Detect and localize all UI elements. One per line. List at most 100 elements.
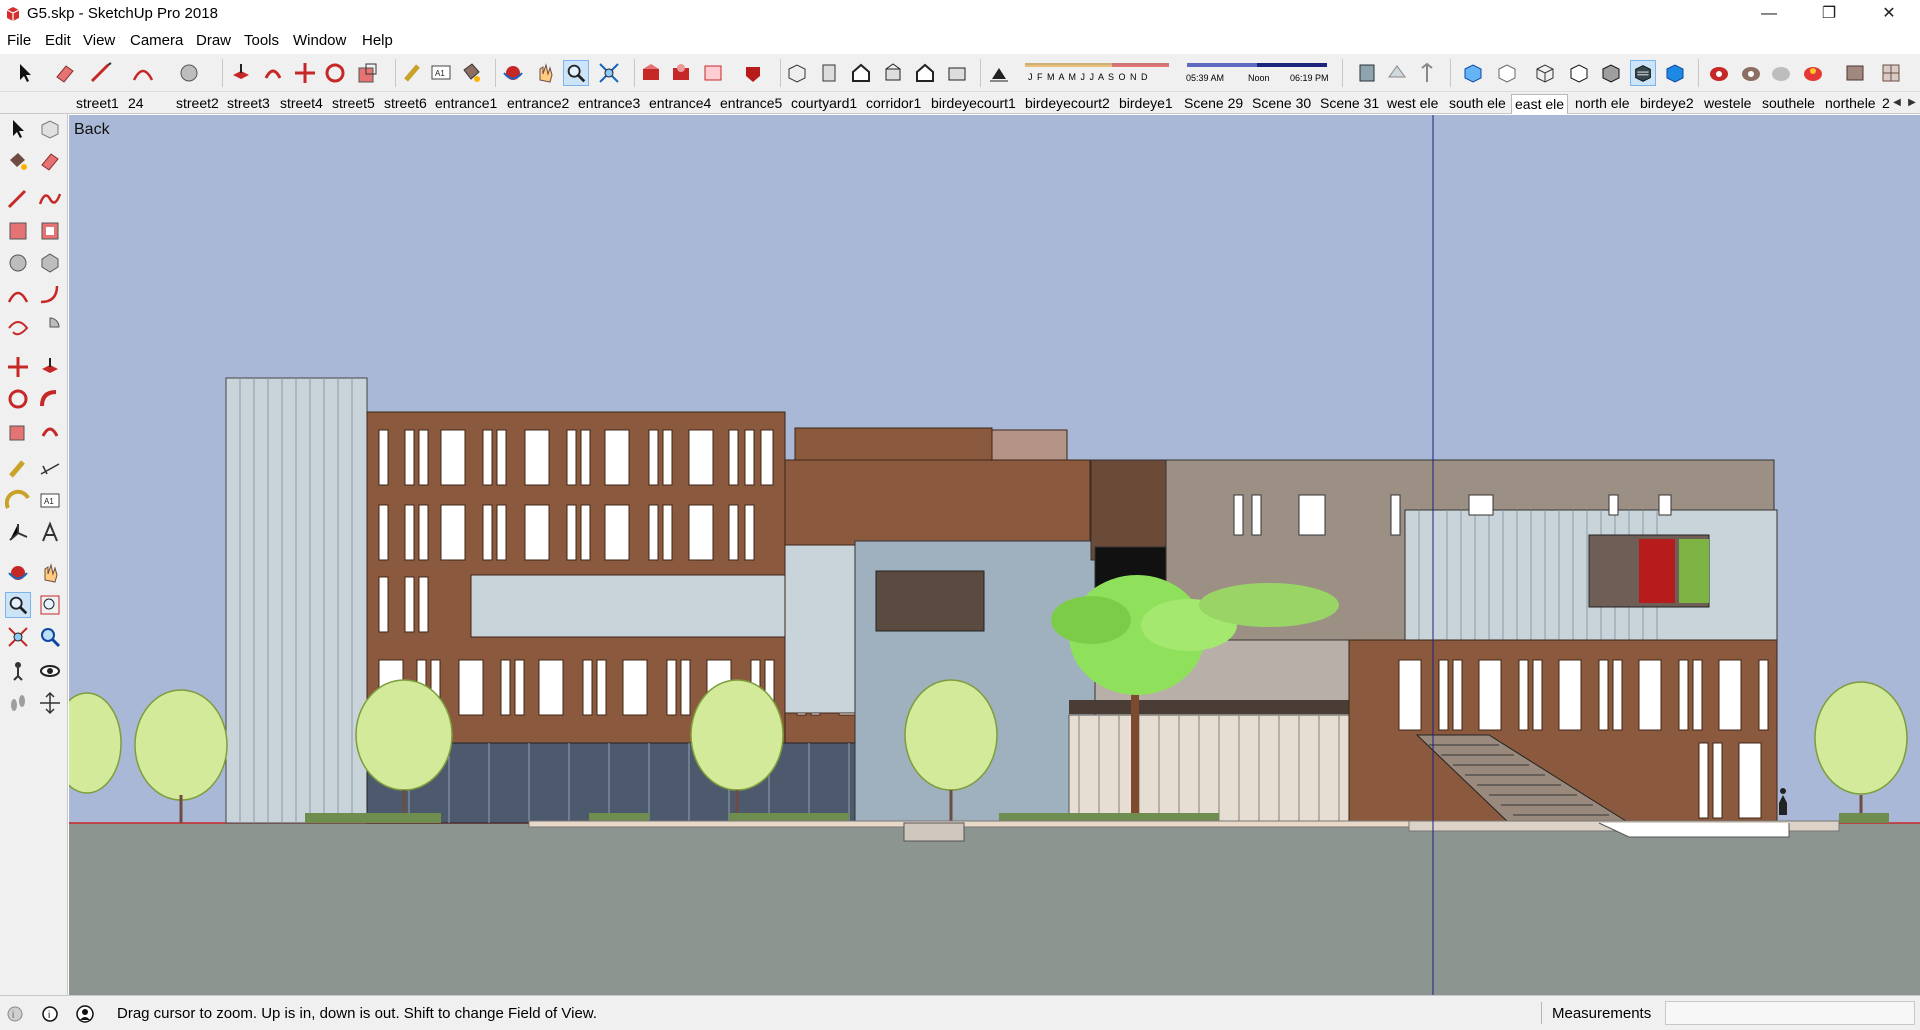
warehouse-tool-icon[interactable] xyxy=(638,60,664,86)
left-view-icon[interactable] xyxy=(944,60,970,86)
hidden-line-style-icon[interactable] xyxy=(1566,60,1592,86)
scene-tab-birdeyecourt1[interactable]: birdeyecourt1 xyxy=(928,94,1019,114)
close-button[interactable]: ✕ xyxy=(1866,0,1912,28)
plugin-render-icon[interactable] xyxy=(1706,60,1732,86)
walk-icon[interactable] xyxy=(5,690,31,716)
scene-tab-street1[interactable]: street1 xyxy=(73,94,122,114)
scene-tab-street3[interactable]: street3 xyxy=(224,94,273,114)
orbit-icon[interactable] xyxy=(5,560,31,586)
dimension-icon[interactable] xyxy=(37,456,63,482)
display-section-planes-icon[interactable] xyxy=(1384,60,1410,86)
rectangle-icon[interactable] xyxy=(5,218,31,244)
shadows-toggle-icon[interactable] xyxy=(986,60,1012,86)
text-icon[interactable]: A1 xyxy=(37,488,63,514)
plugin-frame-icon[interactable] xyxy=(1842,60,1868,86)
menu-help[interactable]: Help xyxy=(362,32,393,49)
scene-tab-south-ele[interactable]: south ele xyxy=(1446,94,1509,114)
scene-tab-entrance5[interactable]: entrance5 xyxy=(717,94,785,114)
move-icon[interactable] xyxy=(5,354,31,380)
scene-tab-entrance4[interactable]: entrance4 xyxy=(646,94,714,114)
minimize-button[interactable]: — xyxy=(1746,0,1792,28)
scene-tab-north-ele[interactable]: north ele xyxy=(1572,94,1632,114)
follow-me-icon[interactable] xyxy=(37,386,63,412)
front-view-icon[interactable] xyxy=(848,60,874,86)
rotate-icon[interactable] xyxy=(5,386,31,412)
scene-tab-entrance3[interactable]: entrance3 xyxy=(575,94,643,114)
previous-view-icon[interactable] xyxy=(37,624,63,650)
look-around-icon[interactable] xyxy=(37,658,63,684)
scale-icon[interactable] xyxy=(5,418,31,444)
scene-tab-northele[interactable]: northele xyxy=(1822,94,1879,114)
position-camera-icon[interactable] xyxy=(5,658,31,684)
scene-tab-birdeye2[interactable]: birdeye2 xyxy=(1637,94,1697,114)
zoom-tool-icon[interactable] xyxy=(563,60,589,86)
arc-icon[interactable] xyxy=(5,282,31,308)
axes-icon[interactable] xyxy=(5,520,31,546)
shapes-tool-icon[interactable] xyxy=(176,60,202,86)
pie-icon[interactable] xyxy=(37,314,63,340)
display-section-cuts-icon[interactable] xyxy=(1414,60,1440,86)
two-point-arc-icon[interactable] xyxy=(37,282,63,308)
scene-tab-street6[interactable]: street6 xyxy=(381,94,430,114)
scene-tab-west-ele[interactable]: west ele xyxy=(1384,94,1441,114)
zoom-extents-icon[interactable] xyxy=(5,624,31,650)
top-view-icon[interactable] xyxy=(816,60,842,86)
extension-warehouse-icon[interactable] xyxy=(668,60,694,86)
protractor-icon[interactable] xyxy=(5,488,31,514)
scene-tab-street4[interactable]: street4 xyxy=(277,94,326,114)
menu-view[interactable]: View xyxy=(83,32,115,49)
polygon-icon[interactable] xyxy=(37,250,63,276)
3d-text-icon[interactable] xyxy=(37,520,63,546)
scene-tab-scene-29[interactable]: Scene 29 xyxy=(1181,94,1246,114)
monochrome-style-icon[interactable] xyxy=(1662,60,1688,86)
paint-bucket-icon[interactable] xyxy=(5,148,31,174)
restore-button[interactable]: ❐ xyxy=(1806,0,1852,28)
rotate-tool-icon[interactable] xyxy=(322,60,348,86)
menu-tools[interactable]: Tools xyxy=(244,32,279,49)
menu-draw[interactable]: Draw xyxy=(196,32,231,49)
scene-tab-courtyard1[interactable]: courtyard1 xyxy=(788,94,860,114)
select-tool-icon[interactable] xyxy=(5,116,31,142)
arc-tool-icon[interactable] xyxy=(130,60,156,86)
orbit-tool-icon[interactable] xyxy=(500,60,526,86)
scene-tab-birdeye1[interactable]: birdeye1 xyxy=(1116,94,1176,114)
scale-tool-icon[interactable] xyxy=(354,60,380,86)
line-tool-icon[interactable] xyxy=(88,60,114,86)
offset-icon[interactable] xyxy=(37,418,63,444)
extension-manager-icon[interactable] xyxy=(740,60,766,86)
plugin-render-lights-icon[interactable] xyxy=(1800,60,1826,86)
select-tool-icon[interactable] xyxy=(12,60,38,86)
right-view-icon[interactable] xyxy=(880,60,906,86)
tape-measure-tool-icon[interactable] xyxy=(400,60,426,86)
user-account-icon[interactable] xyxy=(76,1005,94,1023)
paint-bucket-tool-icon[interactable] xyxy=(458,60,484,86)
scene-tab-street5[interactable]: street5 xyxy=(329,94,378,114)
eraser-tool-icon[interactable] xyxy=(52,60,78,86)
scene-tab-24[interactable]: 24 xyxy=(125,94,147,114)
zoom-extents-tool-icon[interactable] xyxy=(596,60,622,86)
section-plane-icon[interactable] xyxy=(37,690,63,716)
model-viewport[interactable]: Back xyxy=(69,115,1920,995)
push-pull-icon[interactable] xyxy=(37,354,63,380)
zoom-icon[interactable] xyxy=(5,592,31,618)
scene-tab-corridor1[interactable]: corridor1 xyxy=(863,94,924,114)
tape-measure-icon[interactable] xyxy=(5,456,31,482)
menu-camera[interactable]: Camera xyxy=(130,32,183,49)
plugin-render-settings-icon[interactable] xyxy=(1738,60,1764,86)
measurements-input[interactable] xyxy=(1665,1001,1915,1025)
scene-tab-street2[interactable]: street2 xyxy=(173,94,222,114)
make-component-icon[interactable] xyxy=(37,116,63,142)
circle-icon[interactable] xyxy=(5,250,31,276)
shaded-textures-style-icon[interactable] xyxy=(1630,60,1656,86)
back-edges-style-icon[interactable] xyxy=(1494,60,1520,86)
geo-location-icon[interactable]: i xyxy=(6,1005,24,1023)
move-tool-icon[interactable] xyxy=(292,60,318,86)
line-icon[interactable] xyxy=(5,186,31,212)
scroll-tabs-right-icon[interactable]: ▶ xyxy=(1905,94,1919,112)
zoom-window-icon[interactable] xyxy=(37,592,63,618)
wireframe-style-icon[interactable] xyxy=(1532,60,1558,86)
pan-icon[interactable] xyxy=(37,560,63,586)
freehand-icon[interactable] xyxy=(37,186,63,212)
three-point-arc-icon[interactable] xyxy=(5,314,31,340)
plugin-batch-icon[interactable] xyxy=(1878,60,1904,86)
